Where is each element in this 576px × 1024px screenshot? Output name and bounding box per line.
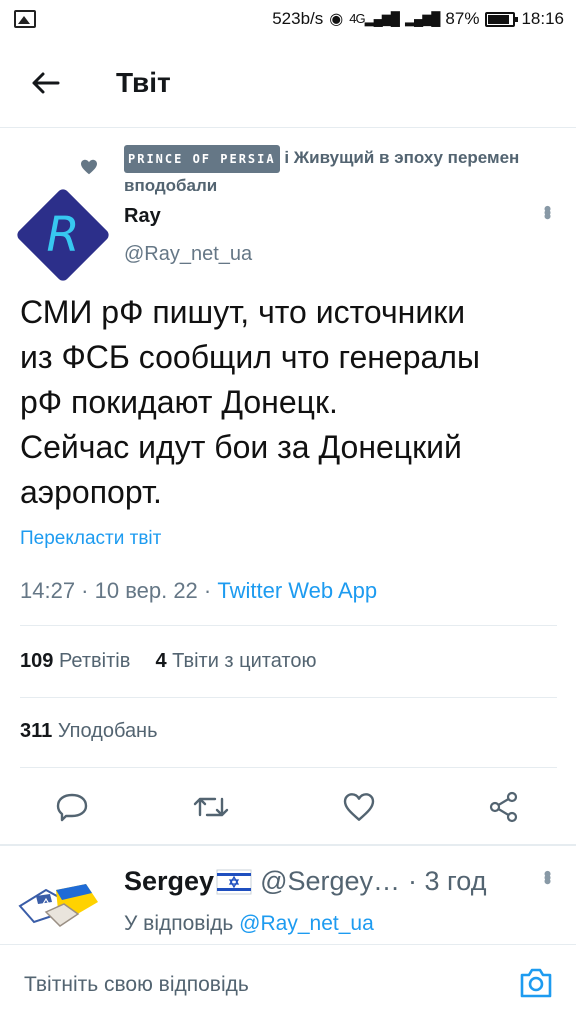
reply-compose-input[interactable]: Твітніть свою відповідь [24,973,249,997]
avatar-letter: R [46,207,80,263]
liker-name: PRINCE OF PERSIA [124,145,280,173]
tweet-text-line: аэропорт. [20,474,162,510]
reply-author-name: Sergey [124,866,215,896]
likes-count: 311 [20,720,53,742]
cell-signal-icon: 4G▂▄▆█ [349,11,400,26]
heart-icon [343,793,375,821]
page-title: Твіт [116,66,171,98]
battery-icon [485,11,519,27]
retweet-icon [193,797,229,817]
cell-signal-2-icon: ▂▄▆█ [405,11,440,26]
divider [20,697,557,698]
reply-compose-bar[interactable]: Твітніть свою відповідь [0,944,576,1024]
tweet-text-line: СМИ рФ пишут, что источники [20,294,466,330]
camera-icon[interactable] [518,965,554,1001]
reply-to-line: У відповідь @Ray_net_ua [124,912,374,936]
reply-avatar[interactable] [16,860,102,946]
tweet-meta: 14:27 · 10 вер. 22 · Twitter Web App [20,578,377,604]
retweet-button[interactable] [187,783,235,831]
back-button[interactable] [0,38,90,128]
network-speed: 523b/s [272,9,324,28]
source-app-link[interactable]: Twitter Web App [217,578,377,603]
section-divider [0,844,576,846]
divider [20,767,557,768]
author-name[interactable]: Ray [124,205,161,228]
gallery-icon [14,10,36,28]
status-bar: 523b/s ◉ 4G▂▄▆█ ▂▄▆█ 87% 18:16 [0,0,576,38]
clock: 18:16 [521,9,564,28]
tweet-text-line: из ФСБ сообщил что генералы [20,339,480,375]
reply-more-options-icon[interactable]: ••• [534,870,560,881]
share-button[interactable] [480,783,528,831]
more-options-icon[interactable]: ••• [534,205,560,216]
israel-flag-icon [216,869,252,894]
arrow-left-icon [32,72,60,93]
battery-percent: 87% [445,9,480,28]
translate-link[interactable]: Перекласти твіт [20,528,161,550]
network-type: 4G [349,11,365,26]
status-indicators: 523b/s ◉ 4G▂▄▆█ ▂▄▆█ 87% 18:16 [272,9,564,29]
share-icon [489,791,518,823]
quotes-count: 4 [155,650,167,672]
quotes-stat[interactable]: 4 Твіти з цитатою [155,650,316,672]
top-app-bar: Твіт [0,38,576,128]
tweet-text-line: рФ покидают Донецк. [20,384,338,420]
tweet-text-line: Сейчас идут бои за Донецкий [20,429,462,465]
reply-to-mention[interactable]: @Ray_net_ua [239,912,374,935]
hotspot-icon: ◉ [329,11,344,28]
reply-author-handle: @Sergey… [260,866,401,896]
retweet-quote-stats: 109 Ретвітів 4 Твіти з цитатою [20,650,316,673]
action-bar [0,775,576,839]
reply-time: · 3 год [408,866,487,896]
likes-stat[interactable]: 311 Уподобань [20,720,158,743]
battery-fill [488,14,510,24]
heart-filled-icon [81,159,97,175]
divider [20,625,557,626]
tweet-text: СМИ рФ пишут, что источники из ФСБ сообщ… [20,290,560,515]
reply-header[interactable]: Sergey @Sergey… · 3 год [124,866,486,897]
social-context[interactable]: PRINCE OF PERSIA і Живущий в эпоху перем… [81,145,564,199]
retweets-count: 109 [20,650,54,672]
author-handle[interactable]: @Ray_net_ua [124,243,252,266]
reply-icon [56,793,88,822]
retweets-label: Ретвітів [58,650,131,672]
reply-to-prefix: У відповідь [124,912,234,935]
retweets-stat[interactable]: 109 Ретвітів [20,650,130,672]
likes-label: Уподобань [57,720,158,742]
avatar[interactable]: R [14,186,112,284]
tweet-timestamp: 14:27 · 10 вер. 22 · [20,578,218,603]
handshake-flags-image [18,884,98,927]
like-button[interactable] [335,783,383,831]
reply-button[interactable] [48,783,96,831]
social-context-text: PRINCE OF PERSIA і Живущий в эпоху перем… [124,145,564,199]
quotes-label: Твіти з цитатою [172,650,317,672]
